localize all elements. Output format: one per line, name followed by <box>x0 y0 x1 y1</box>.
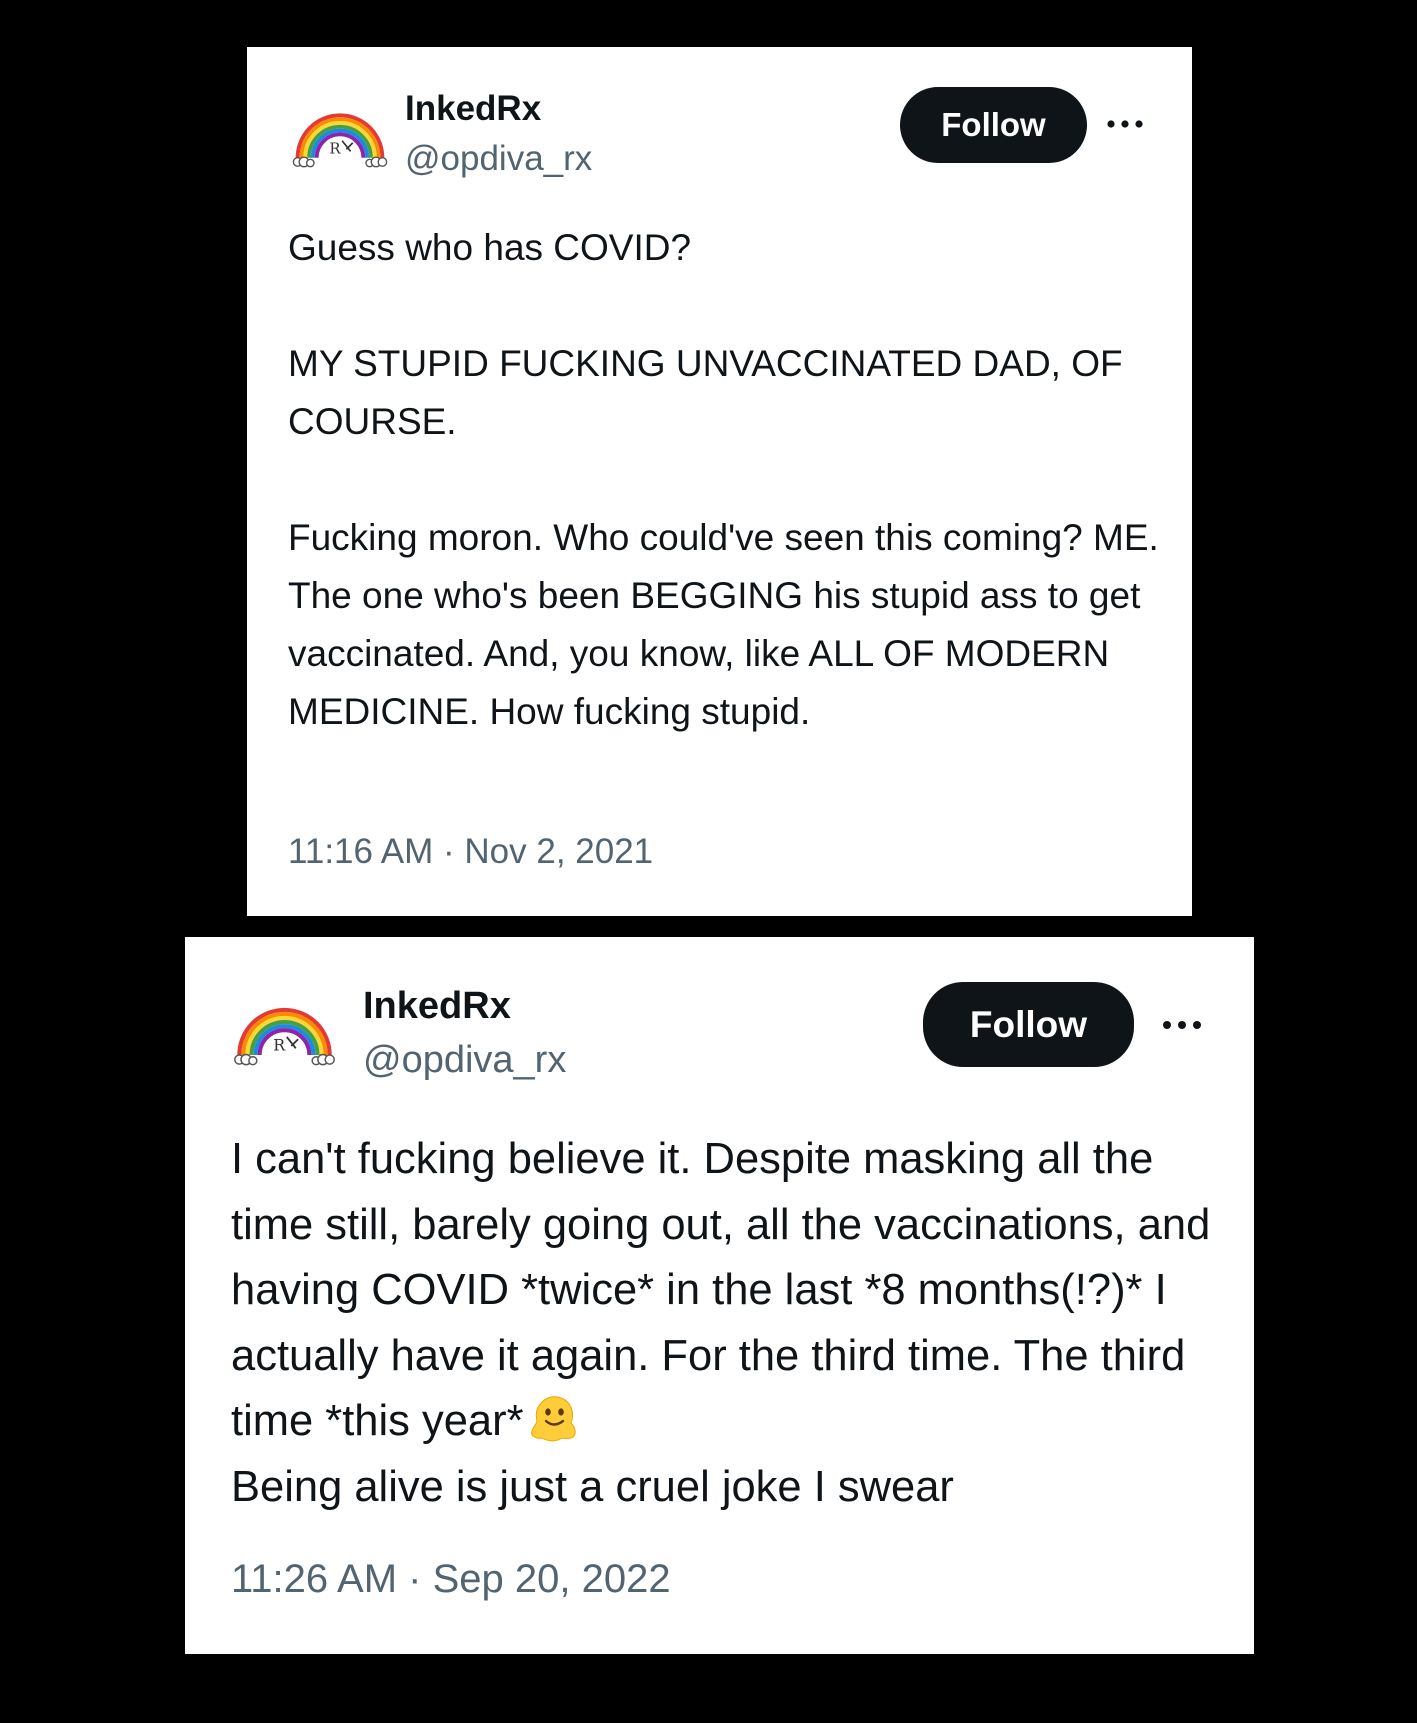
tweet-date: Nov 2, 2021 <box>464 832 654 871</box>
tweet-text: Guess who has COVID? MY STUPID FUCKING U… <box>288 219 1168 741</box>
svg-text:R: R <box>273 1036 286 1055</box>
tweet-card: R InkedRx @opdiva_rx Follow Guess who ha… <box>247 47 1192 916</box>
rainbow-rx-logo-icon: R <box>234 1007 335 1066</box>
more-options-icon <box>1107 120 1143 128</box>
follow-button[interactable]: Follow <box>923 982 1134 1067</box>
tweet-time: 11:16 AM <box>288 832 434 871</box>
svg-text:R: R <box>329 140 341 157</box>
display-name[interactable]: InkedRx <box>363 985 511 1028</box>
rainbow-rx-logo-icon: R <box>292 113 388 168</box>
tweet-paragraph: MY STUPID FUCKING UNVACCINATED DAD, OF C… <box>288 343 1123 442</box>
melting-face-emoji-icon <box>527 1391 579 1443</box>
more-options-button[interactable] <box>1157 1005 1207 1045</box>
avatar[interactable]: R <box>228 985 341 1098</box>
display-name[interactable]: InkedRx <box>405 89 541 129</box>
tweet-paragraph: Being alive is just a cruel joke I swear <box>231 1462 954 1511</box>
tweet-card: R InkedRx @opdiva_rx Follow I can't fuck… <box>185 937 1254 1654</box>
tweet-timestamp[interactable]: 11:26 AM · Sep 20, 2022 <box>231 1557 671 1602</box>
tweet-timestamp[interactable]: 11:16 AM · Nov 2, 2021 <box>288 832 653 872</box>
tweet-date: Sep 20, 2022 <box>432 1557 671 1601</box>
avatar[interactable]: R <box>287 92 393 198</box>
timestamp-separator: · <box>433 832 465 871</box>
timestamp-separator: · <box>397 1557 433 1601</box>
tweet-paragraph: I can't fucking believe it. Despite mask… <box>231 1127 1231 1455</box>
tweet-paragraph: Fucking moron. Who could've seen this co… <box>288 517 1159 732</box>
more-options-icon <box>1163 1021 1201 1029</box>
tweet-time: 11:26 AM <box>231 1557 398 1601</box>
user-handle[interactable]: @opdiva_rx <box>363 1039 566 1082</box>
tweet-text: I can't fucking believe it. Despite mask… <box>231 1127 1231 1520</box>
user-handle[interactable]: @opdiva_rx <box>405 139 592 179</box>
tweet-text-segment: I can't fucking believe it. Despite mask… <box>231 1135 1211 1445</box>
follow-button[interactable]: Follow <box>900 87 1087 163</box>
tweet-paragraph: Guess who has COVID? <box>288 227 692 268</box>
more-options-button[interactable] <box>1102 107 1148 141</box>
